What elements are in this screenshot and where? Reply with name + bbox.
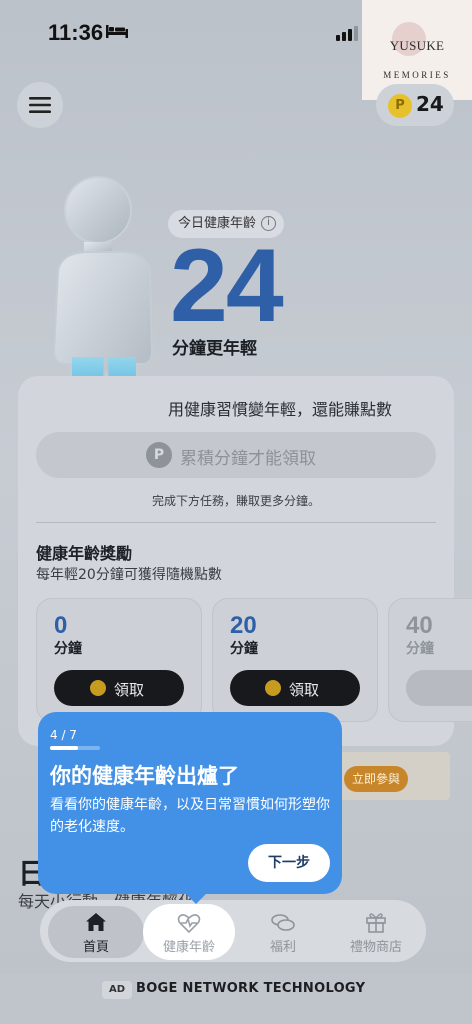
status-time: 11:36 (48, 20, 104, 45)
ad-text: BOGE NETWORK TECHNOLOGY (136, 981, 366, 996)
reward-unit: 分鐘 (230, 641, 258, 657)
home-icon (86, 913, 106, 931)
points-p-icon: P (146, 442, 172, 468)
claim-minutes-label: 累積分鐘才能領取 (180, 449, 316, 469)
section-subtitle: 每年輕20分鐘可獲得隨機點數 (36, 567, 222, 583)
divider (36, 522, 436, 523)
tab-health-age-label: 健康年齡 (163, 940, 216, 955)
tooltip-pointer (184, 892, 208, 904)
reward-unit: 分鐘 (406, 641, 434, 657)
health-age-caption: 分鐘更年輕 (172, 339, 257, 359)
watermark-title: YUSUKE (389, 38, 445, 53)
card-slogan: 用健康習慣變年輕，還能賺點數 (168, 400, 393, 419)
reward-claim-button-disabled[interactable] (406, 670, 472, 706)
reward-claim-label: 領取 (114, 681, 145, 699)
tooltip-body: 看看你的健康年齡，以及日常習慣如何形塑你的老化速度。 (50, 797, 330, 835)
reward-minutes: 0 (54, 612, 68, 639)
tooltip-progress-fill (50, 746, 78, 750)
reward-minutes: 40 (406, 612, 433, 639)
tooltip-step-counter: 4 / 7 (50, 728, 77, 742)
reward-minutes: 20 (230, 612, 257, 639)
task-hint: 完成下方任務，賺取更多分鐘。 (151, 494, 320, 508)
coin-icon (90, 680, 106, 696)
coin-icon (265, 680, 281, 696)
heart-pulse-icon (177, 914, 201, 933)
join-now-button[interactable]: 立即參與 (344, 766, 408, 792)
next-step-button[interactable]: 下一步 (248, 844, 330, 882)
watermark-subtitle: MEMORIES (383, 70, 451, 80)
reward-claim-label: 領取 (289, 681, 320, 699)
tab-benefits-label: 福利 (270, 940, 297, 955)
tab-home-label: 首頁 (83, 940, 110, 955)
ad-badge: AD (102, 981, 132, 999)
reward-unit: 分鐘 (54, 641, 82, 657)
points-balance: 24 (416, 92, 444, 116)
hamburger-icon (29, 97, 51, 113)
bed-icon (106, 25, 128, 38)
signal-strength-icon (336, 26, 358, 41)
app-screen: 11:36 YUSUKE MEMORIES LIFE P 24 (0, 0, 472, 1024)
coins-icon (271, 914, 295, 931)
points-coin-icon: P (388, 94, 412, 118)
menu-button[interactable] (17, 82, 63, 128)
gift-icon (366, 913, 386, 933)
tab-gift-shop-label: 禮物商店 (350, 940, 403, 955)
tooltip-title: 你的健康年齡出爐了 (50, 764, 239, 788)
section-title: 健康年齡獎勵 (36, 544, 133, 563)
health-age-value: 24 (170, 228, 284, 344)
